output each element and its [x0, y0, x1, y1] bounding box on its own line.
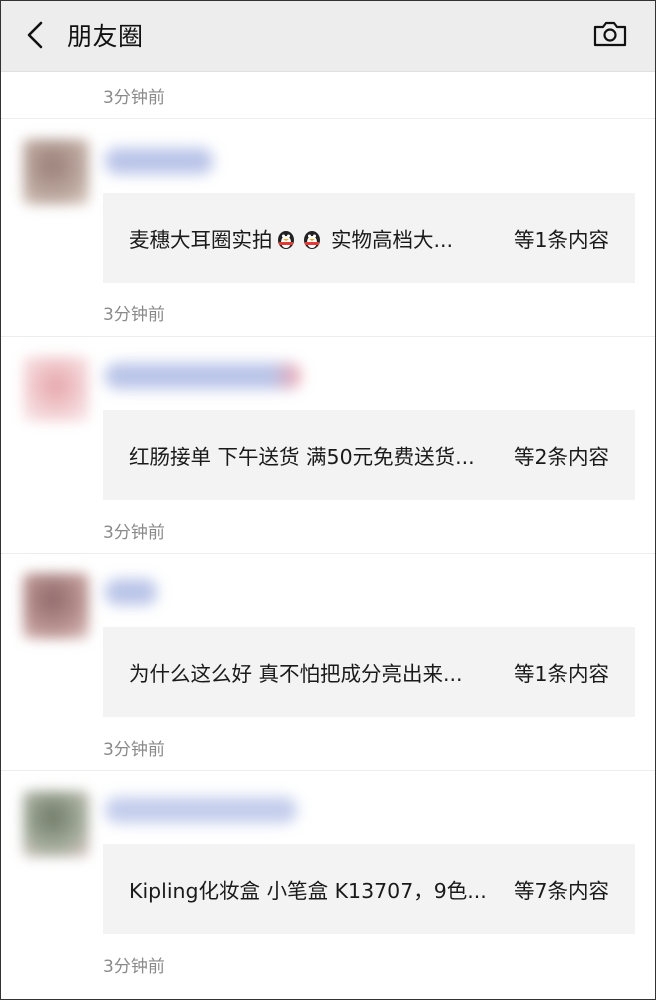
- username[interactable]: [105, 579, 157, 605]
- shared-content-card[interactable]: Kipling化妆盒 小笔盒 K13707，9色... 等7条内容: [103, 844, 635, 934]
- post-timestamp: 3分钟前: [103, 957, 165, 977]
- back-chevron-icon[interactable]: [19, 17, 53, 53]
- username[interactable]: [105, 797, 297, 823]
- content-text: 麦穗大耳圈实拍 实物高档大...: [129, 228, 454, 252]
- divider: [1, 336, 655, 337]
- divider: [1, 118, 655, 119]
- post-timestamp: 3分钟前: [103, 523, 165, 543]
- avatar[interactable]: [23, 791, 89, 857]
- divider: [1, 770, 655, 771]
- post-timestamp: 3分钟前: [103, 88, 165, 108]
- header-bar: 朋友圈: [1, 1, 655, 72]
- shared-content-card[interactable]: 麦穗大耳圈实拍 实物高档大... 等1条内容: [103, 193, 635, 283]
- content-count: 等1条内容: [513, 228, 609, 252]
- avatar[interactable]: [23, 573, 89, 639]
- avatar[interactable]: [23, 356, 89, 422]
- content-text: Kipling化妆盒 小笔盒 K13707，9色...: [129, 879, 487, 903]
- camera-icon[interactable]: [591, 17, 629, 51]
- content-text: 为什么这么好 真不怕把成分亮出来...: [129, 662, 463, 686]
- qq-penguin-icon: [303, 231, 320, 249]
- qq-penguin-icon: [277, 231, 294, 249]
- avatar[interactable]: [23, 139, 89, 205]
- username[interactable]: [105, 148, 213, 174]
- post-timestamp: 3分钟前: [103, 305, 165, 325]
- username[interactable]: [105, 363, 301, 389]
- page-title: 朋友圈: [67, 22, 144, 51]
- content-count: 等7条内容: [513, 879, 609, 903]
- shared-content-card[interactable]: 为什么这么好 真不怕把成分亮出来... 等1条内容: [103, 627, 635, 717]
- shared-content-card[interactable]: 红肠接单 下午送货 满50元免费送货... 等2条内容: [103, 410, 635, 500]
- divider: [1, 553, 655, 554]
- content-text: 红肠接单 下午送货 满50元免费送货...: [129, 445, 475, 469]
- post-timestamp: 3分钟前: [103, 740, 165, 760]
- content-count: 等1条内容: [513, 662, 609, 686]
- content-count: 等2条内容: [513, 445, 609, 469]
